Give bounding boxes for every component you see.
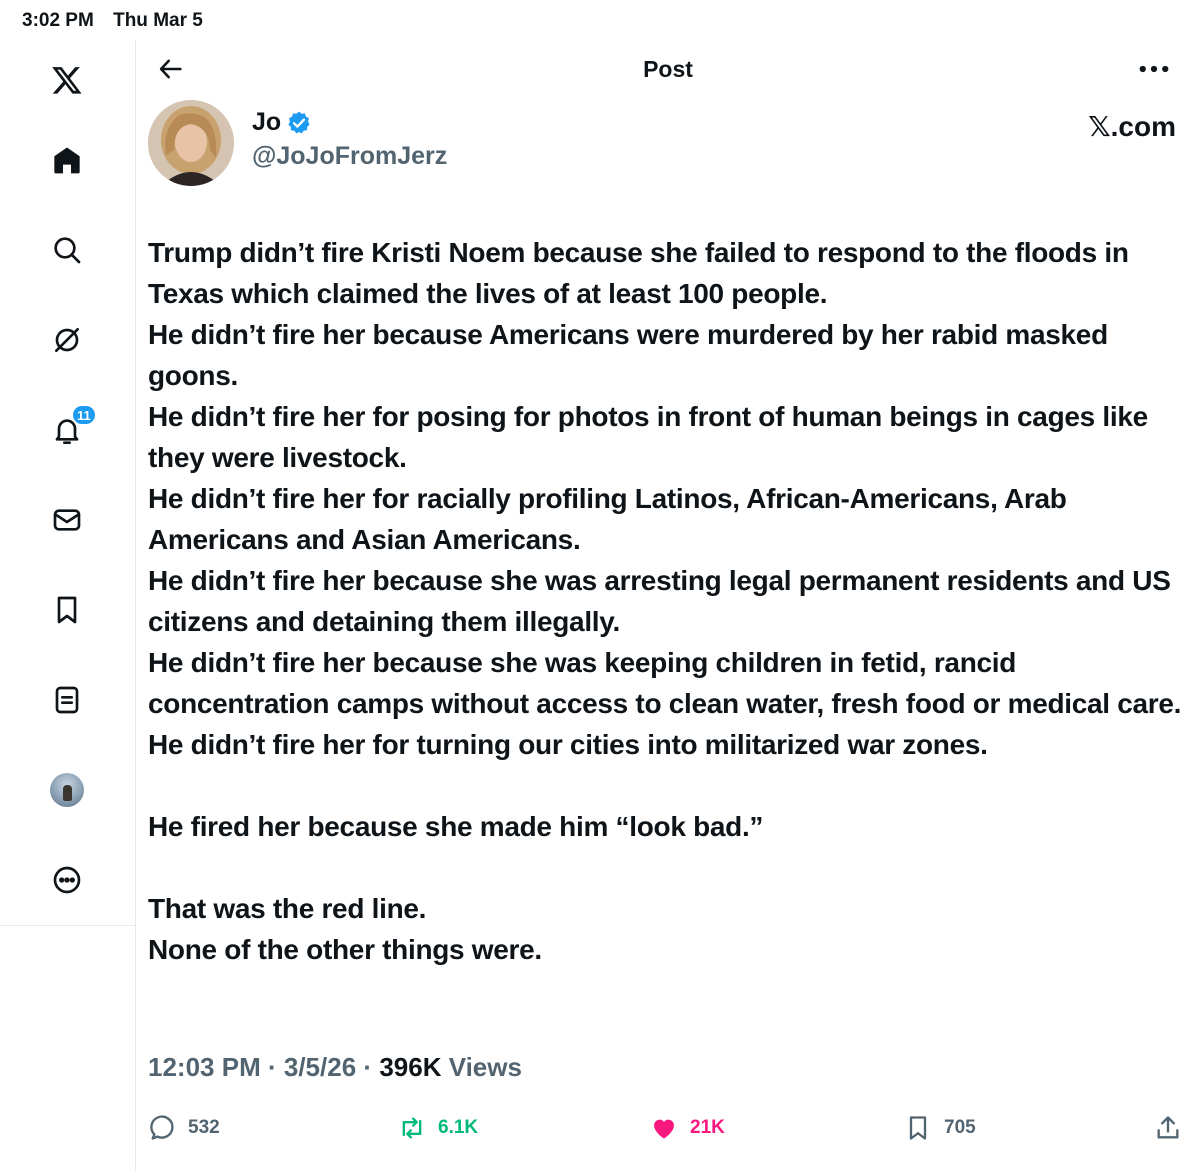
avatar	[50, 773, 84, 807]
share-button[interactable]	[1154, 1108, 1194, 1148]
profile-avatar[interactable]	[47, 770, 87, 810]
like-count: 21K	[690, 1117, 725, 1138]
bookmarks-icon[interactable]	[47, 590, 87, 630]
notifications-icon[interactable]: 11	[47, 404, 97, 450]
sidebar-divider	[0, 925, 135, 926]
reply-count: 532	[188, 1117, 220, 1138]
post-actions: 532 6.1K 21K 705	[148, 1108, 1193, 1148]
post-author: Jo @JoJoFromJerz 𝕏.com	[148, 100, 1188, 190]
post-paragraph: He didn’t fire her because Americans wer…	[148, 319, 1108, 391]
more-options-icon[interactable]	[1136, 54, 1172, 84]
meta-separator: ·	[267, 1052, 277, 1082]
meta-separator: ·	[363, 1052, 373, 1082]
post-paragraph: He fired her because she made him “look …	[148, 811, 764, 842]
repost-icon	[402, 1117, 422, 1139]
grok-icon[interactable]	[47, 320, 87, 360]
post-time[interactable]: 12:03 PM	[148, 1052, 261, 1082]
heart-icon	[654, 1119, 674, 1139]
author-handle[interactable]: @JoJoFromJerz	[252, 142, 447, 171]
post-paragraph: He didn’t fire her because she was keepi…	[148, 647, 1182, 719]
post-paragraph: None of the other things were.	[148, 934, 542, 965]
lists-icon[interactable]	[47, 680, 87, 720]
reply-button[interactable]: 532	[148, 1108, 220, 1148]
search-icon[interactable]	[47, 230, 87, 270]
repost-button[interactable]: 6.1K	[398, 1108, 478, 1148]
page-title: Post	[643, 56, 693, 82]
post-paragraph: That was the red line.	[148, 893, 427, 924]
author-name[interactable]: Jo	[252, 108, 281, 137]
post-paragraph: He didn’t fire her for posing for photos…	[148, 401, 1148, 473]
more-options-icon[interactable]	[47, 860, 87, 900]
post-meta: 12:03 PM · 3/5/26 · 396K Views	[148, 1052, 522, 1083]
sidebar: 11	[0, 40, 136, 1171]
status-time: 3:02 PM	[22, 10, 94, 31]
x-logo-icon[interactable]	[47, 60, 87, 100]
post-paragraph: He didn’t fire her for racially profilin…	[148, 483, 1067, 555]
bookmark-icon	[909, 1116, 927, 1140]
reply-icon	[150, 1115, 174, 1140]
bookmark-count: 705	[944, 1117, 976, 1138]
like-button[interactable]: 21K	[650, 1108, 725, 1148]
author-avatar[interactable]	[148, 100, 234, 186]
post-header: Post	[136, 40, 1200, 100]
bookmark-button[interactable]: 705	[904, 1108, 976, 1148]
messages-icon[interactable]	[47, 500, 87, 540]
notification-badge: 11	[71, 404, 97, 426]
post-text: Trump didn’t fire Kristi Noem because sh…	[148, 232, 1193, 970]
views-count[interactable]: 396K	[379, 1052, 441, 1082]
status-bar: 3:02 PM Thu Mar 5	[22, 10, 217, 32]
post-paragraph: He didn’t fire her because she was arres…	[148, 565, 1171, 637]
repost-count: 6.1K	[438, 1117, 479, 1138]
post-paragraph: He didn’t fire her for turning our citie…	[148, 729, 988, 760]
source-label: 𝕏.com	[1088, 111, 1176, 142]
home-icon[interactable]	[47, 140, 87, 180]
views-label: Views	[448, 1052, 522, 1082]
post-paragraph: Trump didn’t fire Kristi Noem because sh…	[148, 237, 1129, 309]
verified-badge-icon	[288, 111, 310, 134]
status-date: Thu Mar 5	[113, 10, 203, 31]
share-icon	[1157, 1116, 1179, 1139]
post-date[interactable]: 3/5/26	[284, 1052, 356, 1082]
